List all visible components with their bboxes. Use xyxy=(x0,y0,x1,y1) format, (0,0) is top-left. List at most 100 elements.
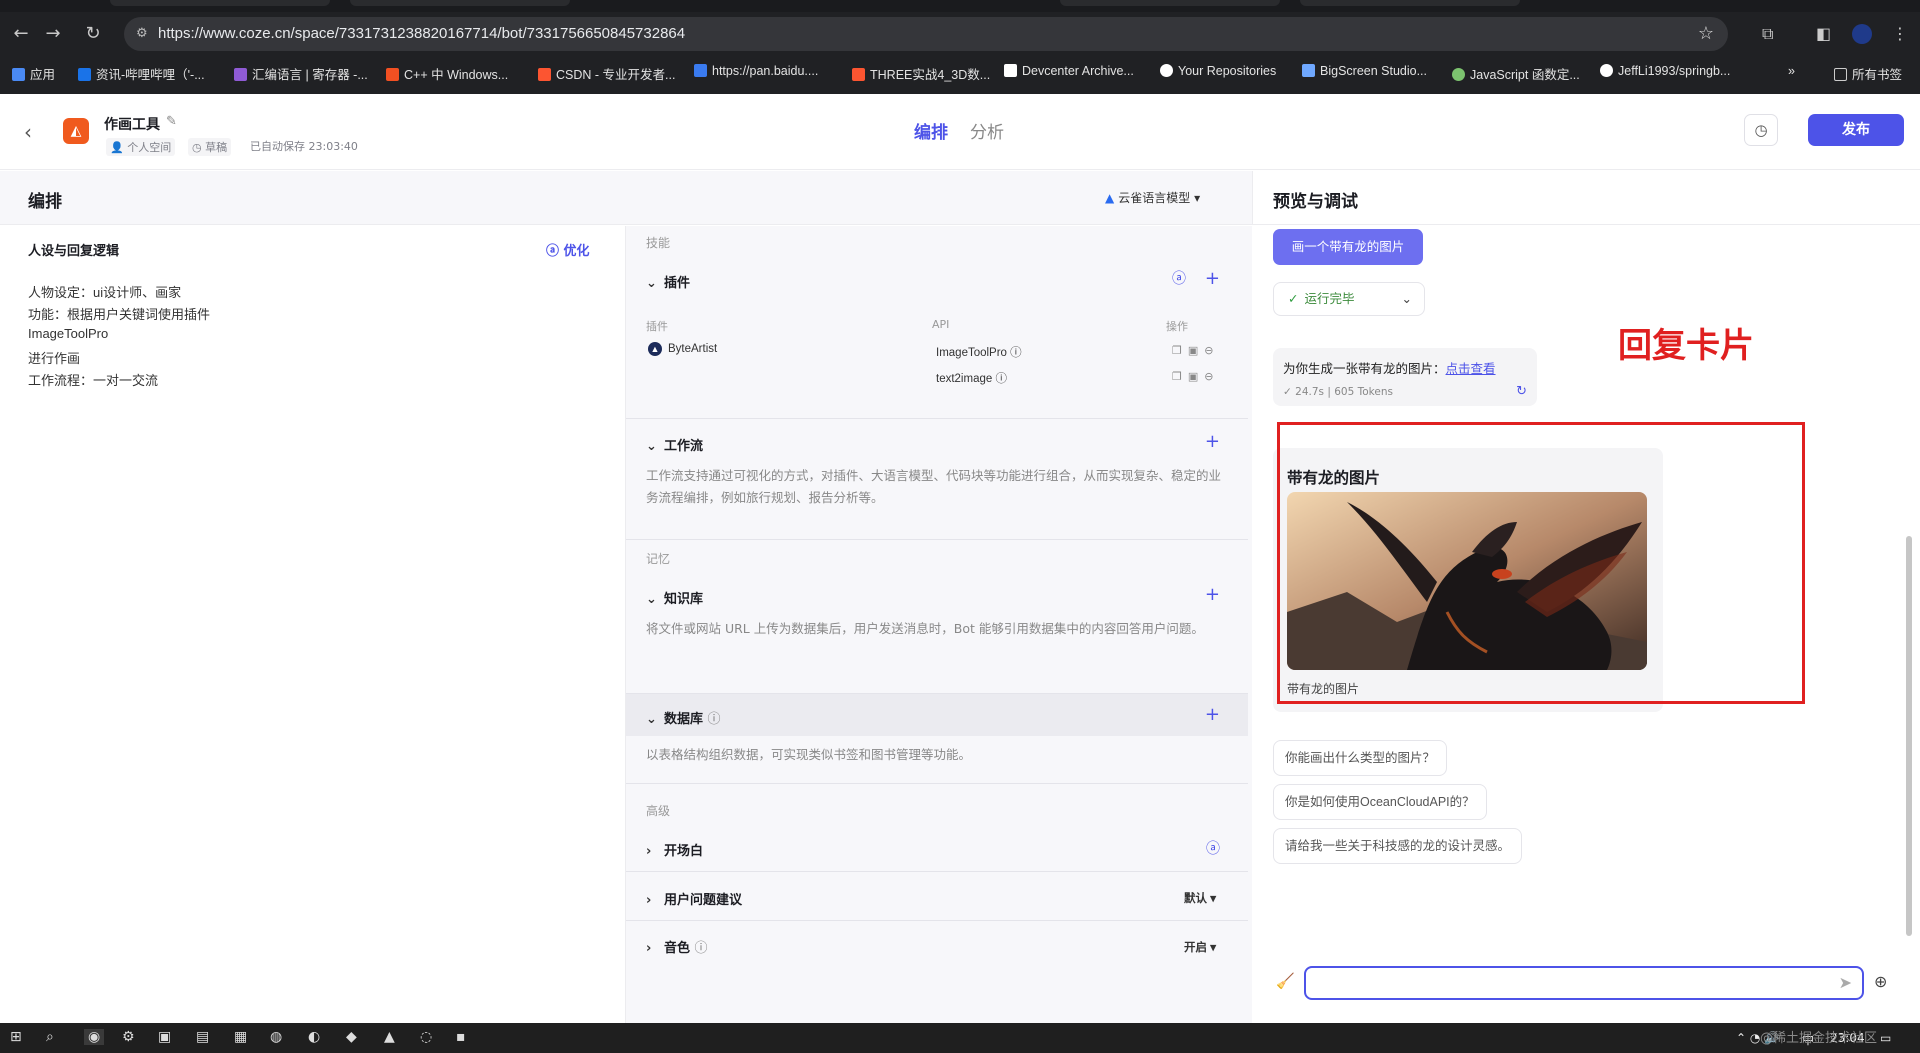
model-label: 云雀语言模型 xyxy=(1118,191,1191,205)
tab-arrange[interactable]: 编排 xyxy=(914,118,948,143)
search-icon[interactable]: ⌕ xyxy=(46,1029,54,1045)
bookmark-item[interactable]: C++ 中 Windows... xyxy=(386,64,508,83)
bookmark-label: C++ 中 Windows... xyxy=(404,68,509,82)
group-advanced: 高级 xyxy=(646,804,671,818)
folder-icon[interactable]: ▤ xyxy=(196,1029,209,1045)
optimize-button[interactable]: ⓐ 优化 xyxy=(546,240,590,259)
voice-header: › 音色 ⓘ xyxy=(646,941,708,956)
bookmarks-overflow[interactable]: » xyxy=(1788,64,1795,78)
chat-input[interactable]: ➤ xyxy=(1304,966,1864,1000)
watermark: @稀土掘金技术社区 xyxy=(1760,1031,1878,1046)
bookmark-item[interactable]: Your Repositories xyxy=(1160,64,1276,78)
bookmark-star-icon[interactable]: ☆ xyxy=(1698,23,1714,44)
voice-dropdown[interactable]: 开启 ▾ xyxy=(1184,939,1216,955)
reply-tokens: 605 Tokens xyxy=(1334,386,1393,398)
all-bookmarks[interactable]: 所有书签 xyxy=(1834,64,1902,83)
bookmark-item[interactable]: JeffLi1993/springb... xyxy=(1600,64,1730,78)
arrange-title: 编排 xyxy=(28,192,62,212)
windows-icon[interactable]: ⊞ xyxy=(10,1029,22,1045)
wechat-icon[interactable]: ◌ xyxy=(420,1029,432,1045)
bookmark-label: CSDN - 专业开发者... xyxy=(556,68,676,82)
run-status[interactable]: ✓ 运行完毕 ⌄ xyxy=(1273,282,1425,316)
api-ops[interactable]: ❐▣⊖ xyxy=(1172,344,1219,357)
app-icon[interactable]: ◍ xyxy=(270,1029,282,1045)
bookmark-label: 汇编语言 | 寄存器 -... xyxy=(252,68,368,82)
bookmark-item[interactable]: 资讯-哔哩哔哩（'-... xyxy=(78,64,205,83)
auto-add-icon[interactable]: ⓐ xyxy=(1172,268,1186,288)
plugin-header[interactable]: ⌄ 插件 xyxy=(646,272,690,291)
suggest-dropdown[interactable]: 默认 ▾ xyxy=(1184,890,1216,906)
opening-card[interactable]: › 开场白 ⓐ xyxy=(626,824,1248,872)
profile-avatar[interactable] xyxy=(1852,24,1872,44)
database-title: 数据库 xyxy=(664,712,704,727)
bookmark-item[interactable]: CSDN - 专业开发者... xyxy=(538,64,675,83)
view-link[interactable]: 点击查看 xyxy=(1446,361,1496,376)
bookmark-item[interactable]: JavaScript 函数定... xyxy=(1452,64,1580,83)
suggest-card[interactable]: › 用户问题建议 默认 ▾ xyxy=(626,872,1248,921)
chevron-down-icon: ⌄ xyxy=(1401,291,1412,306)
menu-icon[interactable]: ⋮ xyxy=(1892,24,1908,43)
publish-button[interactable]: 发布 xyxy=(1808,114,1904,146)
optimize-label: 优化 xyxy=(563,244,590,259)
app-icon[interactable]: ▲ xyxy=(384,1029,395,1045)
model-selector[interactable]: ▲ 云雀语言模型 ▾ xyxy=(1105,189,1200,206)
api-ops[interactable]: ❐▣⊖ xyxy=(1172,370,1219,383)
reply-meta: ✓ 24.7s | 605 Tokens xyxy=(1283,386,1393,398)
bookmark-item[interactable]: 汇编语言 | 寄存器 -... xyxy=(234,64,368,83)
tab-strip[interactable] xyxy=(0,0,1920,12)
bookmark-label: Your Repositories xyxy=(1178,64,1277,78)
preview-title: 预览与调试 xyxy=(1273,192,1358,212)
add-database-icon[interactable]: + xyxy=(1205,704,1220,725)
sidepanel-icon[interactable]: ◧ xyxy=(1816,24,1831,43)
back-arrow-icon[interactable]: ‹ xyxy=(24,120,32,144)
reload-icon[interactable]: ↻ xyxy=(82,24,104,44)
extensions-icon[interactable]: ⧉ xyxy=(1762,24,1773,44)
persona-line: 功能：根据用户关键词使用插件 xyxy=(28,307,211,322)
chat-scrollbar[interactable] xyxy=(1906,226,1912,946)
chrome-icon[interactable]: ◉ xyxy=(84,1029,105,1045)
opening-title: 开场白 xyxy=(664,844,704,859)
add-workflow-icon[interactable]: + xyxy=(1205,431,1220,452)
bookmark-apps[interactable]: 应用 xyxy=(12,64,55,83)
add-plugin-icon[interactable]: + xyxy=(1205,268,1220,289)
bookmark-item[interactable]: THREE实战4_3D数... xyxy=(852,64,990,83)
clear-history-icon[interactable]: 🧹 xyxy=(1276,972,1295,990)
bookmark-item[interactable]: BigScreen Studio... xyxy=(1302,64,1427,78)
url-text[interactable]: https://www.coze.cn/space/73317312388201… xyxy=(158,25,685,42)
edit-icon[interactable]: ✎ xyxy=(166,114,177,129)
add-icon[interactable]: ⊕ xyxy=(1874,972,1887,991)
voice-card[interactable]: › 音色 ⓘ 开启 ▾ xyxy=(626,921,1248,971)
address-bar[interactable]: ⚙ https://www.coze.cn/space/733173123882… xyxy=(124,17,1728,51)
bot-logo: ◭ xyxy=(63,118,89,144)
forward-icon[interactable]: → xyxy=(42,24,64,44)
back-icon[interactable]: ← xyxy=(10,24,32,44)
settings-icon[interactable]: ⚙ xyxy=(122,1029,135,1045)
app-icon[interactable]: ◐ xyxy=(308,1029,320,1045)
bookmark-item[interactable]: Devcenter Archive... xyxy=(1004,64,1134,78)
taskbar: ⊞ ⌕ ◉ ⚙ ▣ ▤ ▦ ◍ ◐ ◆ ▲ ◌ ▪ ⌃ ◔ 🔊 中 23:04 … xyxy=(0,1023,1920,1053)
bookmark-label: Devcenter Archive... xyxy=(1022,64,1134,78)
plugin-name: ▲ ByteArtist xyxy=(648,342,717,356)
workflow-header[interactable]: ⌄ 工作流 xyxy=(646,435,703,454)
auto-opening-icon[interactable]: ⓐ xyxy=(1206,838,1220,858)
history-icon[interactable]: ◷ xyxy=(1744,114,1778,146)
bookmark-item[interactable]: https://pan.baidu.... xyxy=(694,64,818,78)
pycharm-icon[interactable]: ▪ xyxy=(456,1029,466,1045)
send-icon[interactable]: ➤ xyxy=(1839,973,1852,992)
suggestion-chip[interactable]: 请给我一些关于科技感的龙的设计灵感。 xyxy=(1273,828,1523,864)
suggestion-chip[interactable]: 你能画出什么类型的图片？ xyxy=(1273,740,1448,776)
webstorm-icon[interactable]: ▣ xyxy=(158,1029,171,1045)
regenerate-icon[interactable]: ↻ xyxy=(1516,384,1527,399)
add-knowledge-icon[interactable]: + xyxy=(1205,584,1220,605)
bot-reply: 为你生成一张带有龙的图片：点击查看 ✓ 24.7s | 605 Tokens ↻ xyxy=(1273,348,1537,406)
notification-icon[interactable]: ▭ xyxy=(1880,1031,1891,1045)
workflow-card: ⌄ 工作流 + 工作流支持通过可视化的方式，对插件、大语言模型、代码块等功能进行组… xyxy=(626,419,1248,540)
tab-analysis[interactable]: 分析 xyxy=(970,118,1004,143)
app-icon[interactable]: ▦ xyxy=(234,1029,247,1045)
knowledge-header[interactable]: ⌄ 知识库 xyxy=(646,588,703,607)
site-info-icon[interactable]: ⚙ xyxy=(136,26,148,41)
database-header[interactable]: ⌄ 数据库 ⓘ xyxy=(646,708,721,727)
voice-value: 开启 xyxy=(1184,942,1207,954)
suggestion-chip[interactable]: 你是如何使用OceanCloudAPI的？ xyxy=(1273,784,1487,820)
app-icon[interactable]: ◆ xyxy=(346,1029,357,1045)
